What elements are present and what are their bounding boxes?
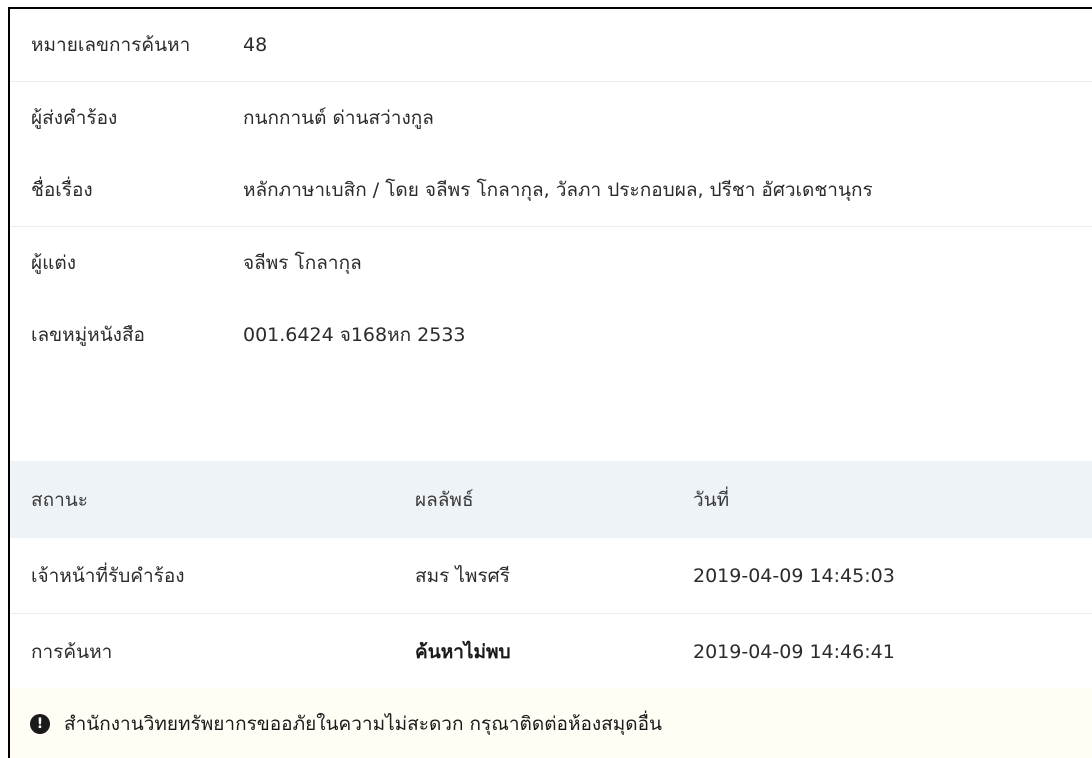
info-row-requester: ผู้ส่งคำร้อง กนกกานต์ ด่านสว่างกูล — [10, 82, 1092, 154]
info-value: กนกกานต์ ด่านสว่างกูล — [243, 107, 434, 129]
table-row: การค้นหา ค้นหาไม่พบ 2019-04-09 14:46:41 — [10, 614, 1092, 690]
exclamation-circle-icon: ! — [30, 714, 50, 734]
info-row-author: ผู้แต่ง จลีพร โกลากุล — [10, 227, 1092, 299]
info-row-call-number: เลขหมู่หนังสือ 001.6424 จ168หก 2533 — [10, 299, 1092, 371]
info-value: จลีพร โกลากุล — [243, 252, 362, 274]
notice-banner: ! สำนักงานวิทยทรัพยากรขออภัยในความไม่สะด… — [10, 688, 1092, 758]
info-label: เลขหมู่หนังสือ — [31, 324, 145, 346]
cell-date: 2019-04-09 14:45:03 — [693, 564, 895, 587]
info-value: 001.6424 จ168หก 2533 — [243, 324, 466, 346]
notice-text: สำนักงานวิทยทรัพยากรขออภัยในความไม่สะดวก… — [64, 713, 663, 735]
cell-result: สมร ไพรศรี — [415, 564, 510, 587]
cell-status: การค้นหา — [31, 640, 113, 663]
cell-date: 2019-04-09 14:46:41 — [693, 640, 895, 663]
cell-status: เจ้าหน้าที่รับคำร้อง — [31, 564, 185, 587]
request-detail-panel: หมายเลขการค้นหา 48 ผู้ส่งคำร้อง กนกกานต์… — [8, 7, 1092, 758]
status-table-header: สถานะ ผลลัพธ์ วันที่ — [10, 461, 1092, 538]
header-date: วันที่ — [693, 488, 730, 511]
info-label: ผู้ส่งคำร้อง — [31, 107, 118, 129]
info-label: ชื่อเรื่อง — [31, 179, 93, 201]
table-row: เจ้าหน้าที่รับคำร้อง สมร ไพรศรี 2019-04-… — [10, 538, 1092, 614]
info-value: หลักภาษาเบสิก / โดย จลีพร โกลากุล, วัลภา… — [243, 179, 873, 201]
request-info: หมายเลขการค้นหา 48 ผู้ส่งคำร้อง กนกกานต์… — [10, 9, 1092, 371]
info-label: หมายเลขการค้นหา — [31, 34, 191, 56]
info-value: 48 — [243, 34, 268, 56]
info-row-search-number: หมายเลขการค้นหา 48 — [10, 9, 1092, 82]
info-row-title: ชื่อเรื่อง หลักภาษาเบสิก / โดย จลีพร โกล… — [10, 154, 1092, 227]
info-label: ผู้แต่ง — [31, 252, 76, 274]
header-result: ผลลัพธ์ — [415, 488, 474, 511]
status-table: สถานะ ผลลัพธ์ วันที่ เจ้าหน้าที่รับคำร้อ… — [10, 461, 1092, 690]
header-status: สถานะ — [31, 488, 88, 511]
cell-result: ค้นหาไม่พบ — [415, 640, 511, 663]
